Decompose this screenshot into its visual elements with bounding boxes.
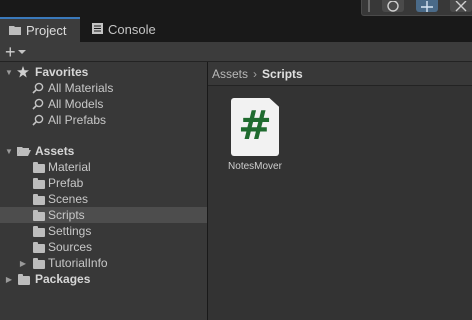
- folder-icon: [17, 271, 31, 287]
- breadcrumb-assets[interactable]: Assets: [212, 67, 248, 81]
- tree-folder-sources[interactable]: Sources: [0, 239, 207, 255]
- assets-label: Assets: [35, 144, 75, 158]
- console-icon: [92, 22, 103, 37]
- folder-label: Settings: [48, 224, 92, 238]
- rotate-icon: [387, 0, 399, 12]
- tree-folder-material[interactable]: Material: [0, 159, 207, 175]
- folder-icon: [9, 23, 21, 38]
- folder-tree: ▼ Favorites All Materials All Models All…: [0, 62, 207, 320]
- tree-favorites[interactable]: ▼ Favorites: [0, 64, 207, 80]
- folder-label: Material: [48, 160, 91, 174]
- folder-label: TutorialInfo: [48, 256, 108, 270]
- folder-label: Scenes: [48, 192, 89, 206]
- asset-label: NotesMover: [228, 161, 282, 172]
- breadcrumb-scripts[interactable]: Scripts: [262, 67, 303, 81]
- folder-open-icon: [17, 143, 31, 159]
- folder-icon: [32, 159, 46, 175]
- chevron-down-icon: [17, 50, 26, 54]
- folder-icon: [32, 239, 46, 255]
- tree-folder-prefab[interactable]: Prefab: [0, 175, 207, 191]
- caret-right-icon[interactable]: ▶: [18, 255, 28, 271]
- plus-icon: +: [5, 42, 16, 62]
- tab-project[interactable]: Project: [0, 17, 80, 42]
- tree-folder-settings[interactable]: Settings: [0, 223, 207, 239]
- tree-item-all-prefabs[interactable]: All Prefabs: [0, 112, 207, 128]
- tab-bar: Project Console: [0, 17, 472, 42]
- tree-item-label: All Prefabs: [48, 113, 107, 127]
- tree-item-label: All Materials: [48, 81, 114, 95]
- tab-console[interactable]: Console: [84, 17, 174, 42]
- scale-icon: [455, 0, 467, 12]
- caret-right-icon[interactable]: ▶: [4, 271, 14, 287]
- move-tool-button[interactable]: [416, 0, 438, 12]
- scale-tool-button[interactable]: [450, 0, 472, 12]
- packages-label: Packages: [35, 272, 91, 286]
- favorites-label: Favorites: [35, 65, 89, 79]
- folder-icon: [32, 207, 46, 223]
- folder-icon: [32, 175, 46, 191]
- search-icon: [31, 112, 45, 128]
- add-asset-button[interactable]: +: [5, 43, 26, 61]
- tree-packages[interactable]: ▶ Packages: [0, 271, 207, 287]
- tree-item-label: All Models: [48, 97, 104, 111]
- scene-tool-overlay: [361, 0, 472, 16]
- asset-item-notesmover[interactable]: # NotesMover: [222, 98, 288, 178]
- tree-folder-tutorialinfo[interactable]: ▶ TutorialInfo: [0, 255, 207, 271]
- folder-icon: [32, 223, 46, 239]
- caret-down-icon[interactable]: ▼: [4, 143, 14, 159]
- folder-label: Scripts: [48, 208, 85, 222]
- folder-icon: [32, 255, 46, 271]
- folder-label: Sources: [48, 240, 93, 254]
- chevron-right-icon: ›: [253, 66, 258, 81]
- tree-item-all-models[interactable]: All Models: [0, 96, 207, 112]
- tab-project-label: Project: [26, 23, 67, 38]
- rotate-tool-button[interactable]: [382, 0, 404, 12]
- breadcrumb: Assets › Scripts: [208, 62, 472, 86]
- search-icon: [31, 96, 45, 112]
- tree-folder-scripts[interactable]: Scripts: [0, 207, 207, 223]
- folder-label: Prefab: [48, 176, 84, 190]
- move-icon: [421, 1, 433, 12]
- tree-item-all-materials[interactable]: All Materials: [0, 80, 207, 96]
- search-icon: [31, 80, 45, 96]
- caret-down-icon[interactable]: ▼: [4, 64, 14, 80]
- star-icon: [16, 64, 30, 80]
- asset-browser: Assets › Scripts # NotesMover: [208, 62, 472, 320]
- tree-folder-scenes[interactable]: Scenes: [0, 191, 207, 207]
- tree-assets[interactable]: ▼ Assets: [0, 143, 207, 159]
- project-toolbar: +: [0, 42, 472, 62]
- csharp-script-icon: #: [231, 98, 279, 156]
- drag-grip-icon[interactable]: [368, 0, 370, 12]
- tab-console-label: Console: [108, 22, 156, 37]
- folder-icon: [32, 191, 46, 207]
